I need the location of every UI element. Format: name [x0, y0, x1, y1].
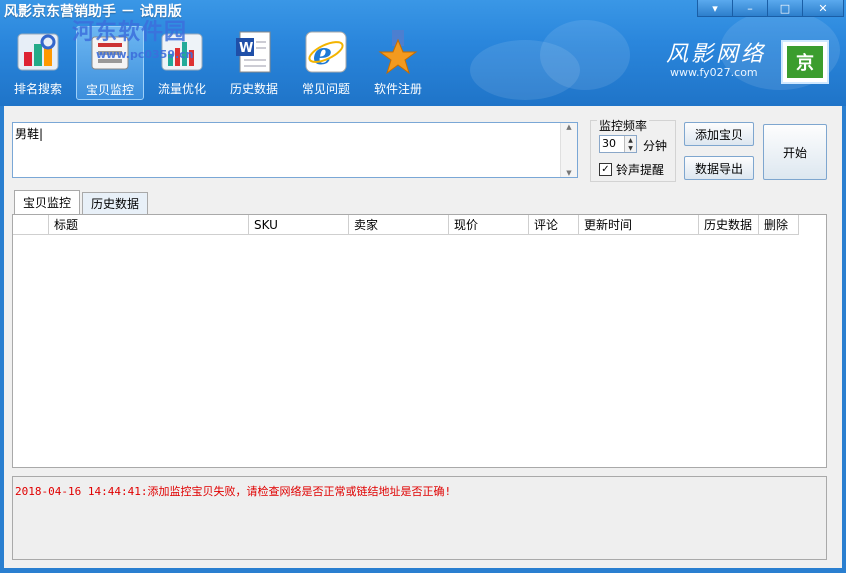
column-header-updated[interactable]: 更新时间	[579, 215, 699, 235]
toolbar-label: 排名搜索	[13, 82, 62, 96]
toolbar-label: 流量优化	[157, 82, 206, 96]
column-header-title[interactable]: 标题	[49, 215, 249, 235]
main-panel: 男鞋| ▲ ▼ 监控频率 30 ▲ ▼ 分钟 ✓ 铃声提醒 添加宝贝 数据导出 …	[4, 106, 842, 568]
svg-text:W: W	[239, 41, 253, 56]
brand-logo-text: 京	[787, 46, 823, 78]
column-header-history[interactable]: 历史数据	[699, 215, 759, 235]
toolbar-label: 历史数据	[229, 82, 278, 96]
tab-history-data[interactable]: 历史数据	[82, 192, 149, 214]
ie-browser-icon: e	[304, 30, 348, 74]
maximize-button[interactable]: □	[767, 0, 803, 17]
toolbar-item-history[interactable]: W 历史数据	[220, 26, 288, 100]
column-header-select[interactable]	[13, 215, 49, 235]
toolbar-item-register[interactable]: 软件注册	[364, 26, 432, 100]
keyword-input[interactable]: 男鞋| ▲ ▼	[12, 122, 578, 178]
export-data-button[interactable]: 数据导出	[684, 156, 754, 180]
window-controls: ▾ – □ ✕	[697, 0, 844, 17]
toolbar-item-ranking-search[interactable]: 排名搜索	[4, 26, 72, 100]
word-document-icon: W	[232, 30, 276, 74]
column-header-price[interactable]: 现价	[449, 215, 529, 235]
watermark-text: 河东软件园	[72, 20, 188, 45]
frequency-stepper[interactable]: 30 ▲ ▼	[599, 135, 637, 153]
toolbar-item-faq[interactable]: e 常见问题	[292, 26, 360, 100]
main-toolbar: 排名搜索 宝贝监控 流量优化 W 历史数据 e 常见问题 软件注册	[4, 26, 436, 100]
watermark-url: www.pc0359.cn	[96, 48, 194, 61]
scroll-down-icon[interactable]: ▼	[566, 169, 571, 177]
stepper-buttons: ▲ ▼	[624, 136, 636, 152]
keyword-scrollbar[interactable]: ▲ ▼	[560, 123, 577, 177]
column-header-seller[interactable]: 卖家	[349, 215, 449, 235]
menu-dropdown-button[interactable]: ▾	[697, 0, 733, 17]
close-button[interactable]: ✕	[802, 0, 844, 17]
checkmark-icon: ✓	[599, 163, 612, 176]
title-bar: 风影京东营销助手 － 试用版 ▾ – □ ✕ 排名搜索 宝贝监控 流量优化 W …	[0, 0, 846, 106]
column-header-delete[interactable]: 删除	[759, 215, 799, 235]
cloud-decoration	[540, 20, 630, 90]
star-medal-icon	[376, 30, 420, 75]
frequency-group: 监控频率 30 ▲ ▼ 分钟 ✓ 铃声提醒	[590, 117, 676, 182]
toolbar-label: 软件注册	[373, 82, 422, 96]
frequency-value: 30	[602, 137, 616, 150]
tab-item-monitor[interactable]: 宝贝监控	[14, 190, 81, 214]
scroll-up-icon[interactable]: ▲	[566, 123, 571, 131]
brand-name: 风影网络	[666, 42, 767, 67]
brand-url: www.fy027.com	[670, 66, 758, 79]
log-error-line: 2018-04-16 14:44:41:添加监控宝贝失败，请检查网络是否正常或链…	[15, 485, 452, 498]
log-panel: 2018-04-16 14:44:41:添加监控宝贝失败，请检查网络是否正常或链…	[12, 476, 827, 560]
column-header-comments[interactable]: 评论	[529, 215, 579, 235]
add-item-button[interactable]: 添加宝贝	[684, 122, 754, 146]
table-header: 标题 SKU 卖家 现价 评论 更新时间 历史数据 删除	[13, 215, 799, 235]
column-header-sku[interactable]: SKU	[249, 215, 349, 235]
frequency-unit: 分钟	[643, 139, 668, 153]
tab-bar: 宝贝监控 历史数据	[14, 190, 150, 214]
bell-reminder-label: 铃声提醒	[616, 163, 665, 177]
keyword-input-text: 男鞋|	[15, 127, 44, 141]
stepper-down-icon[interactable]: ▼	[624, 144, 636, 152]
toolbar-label: 宝贝监控	[85, 83, 134, 97]
bell-reminder-checkbox[interactable]: ✓ 铃声提醒	[599, 161, 664, 178]
brand-logo: 京	[781, 40, 829, 84]
item-table: 标题 SKU 卖家 现价 评论 更新时间 历史数据 删除	[12, 214, 827, 468]
toolbar-label: 常见问题	[301, 82, 350, 96]
minimize-button[interactable]: –	[732, 0, 768, 17]
start-button[interactable]: 开始	[763, 124, 827, 180]
ranking-search-icon	[16, 30, 60, 74]
stepper-up-icon[interactable]: ▲	[624, 136, 636, 144]
frequency-legend: 监控频率	[597, 117, 650, 134]
